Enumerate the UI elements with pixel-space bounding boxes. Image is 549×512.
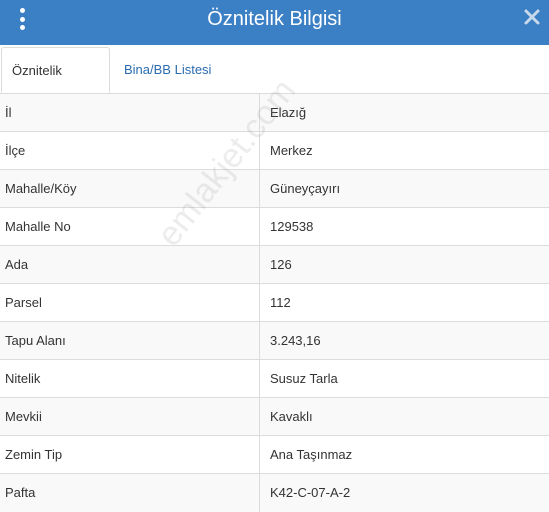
tab-bina-bb-listesi[interactable]: Bina/BB Listesi	[114, 47, 221, 93]
row-label: İlçe	[5, 143, 26, 158]
row-label: Pafta	[5, 485, 36, 500]
table-row: Pafta K42-C-07-A-2	[0, 474, 549, 512]
column-divider	[259, 94, 260, 131]
row-value: 126	[270, 257, 292, 272]
row-value: Susuz Tarla	[270, 371, 338, 386]
close-icon[interactable]	[523, 8, 541, 26]
tab-oznitelik-bilgisi[interactable]: Öznitelik Bilgisi	[1, 47, 110, 124]
column-divider	[259, 170, 260, 207]
row-label: Nitelik	[5, 371, 41, 386]
column-divider	[259, 360, 260, 397]
row-value: Ana Taşınmaz	[270, 447, 353, 462]
table-row: Parsel 112	[0, 284, 549, 322]
column-divider	[259, 132, 260, 169]
column-divider	[259, 436, 260, 473]
column-divider	[259, 398, 260, 435]
column-divider	[259, 284, 260, 321]
row-label: Ada	[5, 257, 29, 272]
row-label: Mahalle/Köy	[5, 181, 77, 196]
row-value: 3.243,16	[270, 333, 321, 348]
row-label: Mevkii	[5, 409, 42, 424]
row-label: İl	[5, 105, 12, 120]
row-value: 112	[270, 295, 291, 310]
row-value: Kavaklı	[270, 409, 313, 424]
dialog-title: Öznitelik Bilgisi	[207, 8, 342, 30]
table-row: İl Elazığ	[0, 94, 549, 132]
table-row: Ada 126	[0, 246, 549, 284]
row-value: Elazığ	[270, 105, 307, 120]
row-value: Merkez	[270, 143, 313, 158]
table-row: Mevkii Kavaklı	[0, 398, 549, 436]
dialog-header: Öznitelik Bilgisi	[0, 0, 549, 45]
table-row: Tapu Alanı 3.243,16	[0, 322, 549, 360]
column-divider	[259, 474, 260, 512]
tab-bar: Öznitelik Bilgisi Bina/BB Listesi	[0, 45, 549, 124]
table-row: Nitelik Susuz Tarla	[0, 360, 549, 398]
table-row: Mahalle/Köy Güneyçayırı	[0, 170, 549, 208]
column-divider	[259, 246, 260, 283]
column-divider	[259, 322, 260, 359]
row-value: 129538	[270, 219, 314, 234]
table-row: İlçe Merkez	[0, 132, 549, 170]
column-divider	[259, 208, 260, 245]
row-value: Güneyçayırı	[270, 181, 341, 196]
table-row: Mahalle No 129538	[0, 208, 549, 246]
row-value: K42-C-07-A-2	[270, 485, 351, 500]
row-label: Zemin Tip	[5, 447, 63, 462]
row-label: Mahalle No	[5, 219, 71, 234]
row-label: Tapu Alanı	[5, 333, 66, 348]
row-label: Parsel	[5, 295, 42, 310]
attribute-table: İl Elazığ İlçe Merkez Mahalle/Köy Güneyç…	[0, 94, 549, 512]
table-row: Zemin Tip Ana Taşınmaz	[0, 436, 549, 474]
